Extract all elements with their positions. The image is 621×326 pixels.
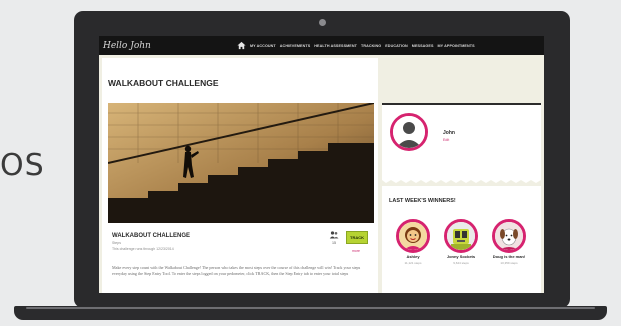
- winner-item[interactable]: Jonny Sockets 9,644 steps: [441, 219, 481, 265]
- challenge-description: Make every step count with the Walkabout…: [112, 265, 361, 277]
- main-content: WALKABOUT CHALLENGE WALKABOUT CHALLENGE …: [102, 58, 378, 293]
- winner-avatar: [492, 219, 526, 253]
- challenge-card-date: This challenge runs through 12/23/2014: [112, 247, 174, 251]
- winner-name: Doug is the man!: [492, 254, 526, 259]
- winner-steps: 9,644 steps: [453, 260, 469, 265]
- winner-girl-avatar-icon: [399, 222, 427, 250]
- winner-name: Jonny Sockets: [446, 254, 476, 259]
- winner-avatar: [396, 219, 430, 253]
- challenge-hero-image: [108, 103, 374, 223]
- nav-achievements[interactable]: ACHIEVEMENTS: [280, 44, 311, 48]
- nav-tracking[interactable]: TRACKING: [361, 44, 381, 48]
- winners-panel: LAST WEEK'S WINNERS! Ashley 11,121 steps: [382, 186, 541, 293]
- home-icon[interactable]: [237, 41, 246, 50]
- challenge-card-title: WALKABOUT CHALLENGE: [112, 233, 190, 239]
- profile-card: John Edit: [382, 103, 541, 178]
- winner-item[interactable]: Ashley 11,121 steps: [393, 219, 433, 265]
- winner-item[interactable]: Doug is the man! 10,359 steps: [489, 219, 529, 265]
- nav-my-account[interactable]: MY ACCOUNT: [250, 44, 276, 48]
- winner-name: Ashley: [406, 254, 420, 259]
- winner-avatar: [444, 219, 478, 253]
- participants-icon: [329, 231, 339, 239]
- more-link[interactable]: more: [352, 249, 360, 253]
- background-text: OS: [0, 148, 45, 183]
- winner-steps: 10,359 steps: [500, 260, 518, 265]
- page-title: WALKABOUT CHALLENGE: [108, 78, 219, 88]
- camera-dot: [319, 19, 326, 26]
- user-avatar[interactable]: [390, 113, 428, 151]
- participant-count: 15: [332, 241, 336, 245]
- brand-greeting: Hello John: [103, 40, 151, 51]
- top-nav-bar: Hello John MY ACCOUNT ACHIEVEMENTS HEALT…: [99, 36, 544, 55]
- nav-my-appointments[interactable]: MY APPOINTMENTS: [438, 44, 475, 48]
- nav-health-assessment[interactable]: HEALTH ASSESSMENT: [314, 44, 357, 48]
- profile-card-zigzag-edge: [382, 176, 541, 183]
- user-silhouette-icon: [393, 116, 425, 148]
- profile-name: John: [443, 130, 455, 136]
- profile-edit-link[interactable]: Edit: [443, 138, 449, 142]
- winner-robot-avatar-icon: [447, 222, 475, 250]
- winners-title: LAST WEEK'S WINNERS!: [389, 198, 456, 204]
- app-screen: Hello John MY ACCOUNT ACHIEVEMENTS HEALT…: [99, 36, 544, 293]
- winner-steps: 11,121 steps: [404, 260, 422, 265]
- laptop-base-groove: [26, 307, 595, 309]
- challenge-card-subtitle: Steps: [112, 241, 121, 245]
- track-button[interactable]: TRACK: [346, 231, 368, 244]
- nav-education[interactable]: EDUCATION: [385, 44, 408, 48]
- winner-dog-avatar-icon: [495, 222, 523, 250]
- stairs-photo: [108, 103, 374, 223]
- main-nav: MY ACCOUNT ACHIEVEMENTS HEALTH ASSESSMEN…: [250, 44, 475, 48]
- nav-messages[interactable]: MESSAGES: [412, 44, 434, 48]
